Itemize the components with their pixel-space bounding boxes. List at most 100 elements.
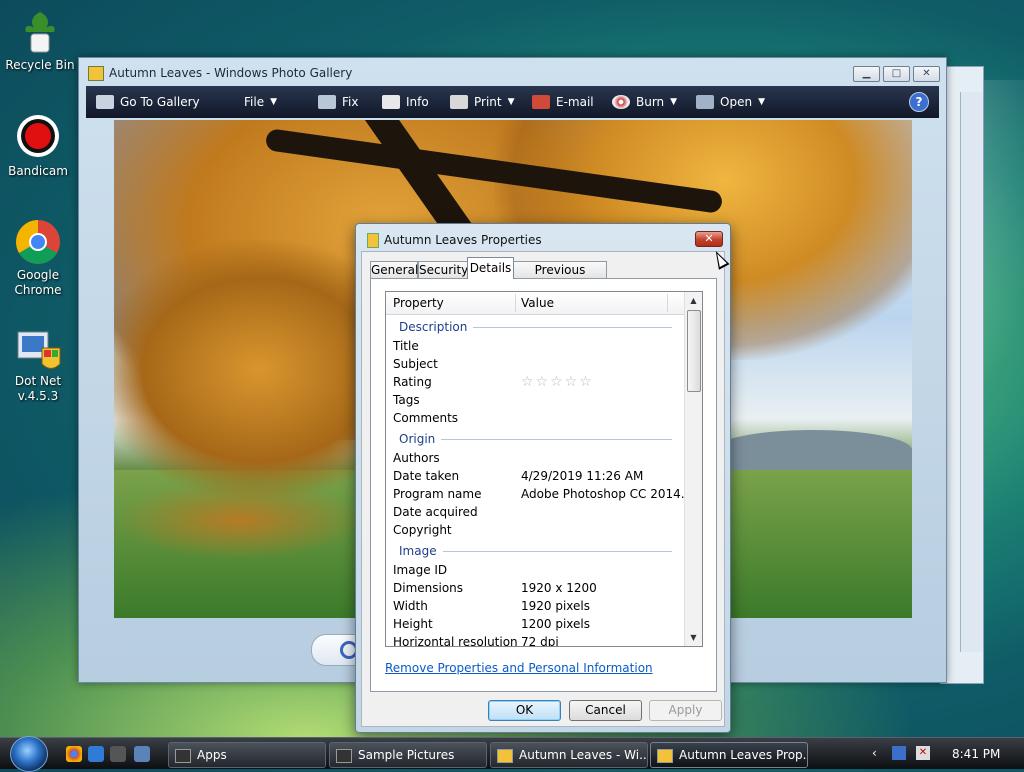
table-row[interactable]: Date taken 4/29/2019 11:26 AM <box>386 468 684 486</box>
info-button[interactable]: Info <box>382 94 429 110</box>
network-icon[interactable] <box>892 746 906 760</box>
desktop-icon-bandicam[interactable]: Bandicam <box>0 114 76 179</box>
scroll-down-icon[interactable]: ▼ <box>685 629 702 646</box>
desktop-icon-label: Recycle Bin <box>5 58 75 72</box>
table-row[interactable]: Dimensions 1920 x 1200 <box>386 580 684 598</box>
help-icon[interactable]: ? <box>909 92 929 112</box>
remove-properties-link[interactable]: Remove Properties and Personal Informati… <box>385 661 653 675</box>
installer-icon <box>14 324 62 372</box>
group-header: Image <box>386 540 684 562</box>
show-desktop-icon[interactable] <box>134 746 150 762</box>
close-window-button[interactable]: ✕ <box>913 66 940 82</box>
folder-quicklaunch-icon[interactable] <box>110 746 126 762</box>
disc-icon <box>612 95 630 109</box>
table-row[interactable]: Comments <box>386 410 684 428</box>
properties-icon <box>657 748 673 763</box>
chevron-down-icon: ▼ <box>270 97 278 107</box>
taskbar-button-apps[interactable]: Apps <box>168 742 326 768</box>
scroll-thumb[interactable] <box>687 310 701 392</box>
print-menu-button[interactable]: Print ▼ <box>450 94 515 110</box>
dialog-body: General Security Details Previous Versio… <box>361 251 725 727</box>
chrome-quicklaunch-icon[interactable] <box>66 746 82 762</box>
scroll-up-icon[interactable]: ▲ <box>685 292 702 309</box>
file-menu-button[interactable]: File ▼ <box>244 94 277 110</box>
photo-gallery-icon <box>497 748 513 763</box>
table-row[interactable]: Subject <box>386 356 684 374</box>
table-row[interactable]: Copyright <box>386 522 684 540</box>
background-window-edge <box>960 92 983 652</box>
fix-icon <box>318 95 336 109</box>
burn-menu-button[interactable]: Burn ▼ <box>612 94 677 110</box>
property-rows: Description Title Subject Rating ☆☆☆☆☆ Ta… <box>386 316 692 646</box>
group-header: Origin <box>386 428 684 450</box>
table-row[interactable]: Image ID <box>386 562 684 580</box>
tray-expand-icon[interactable]: ‹ <box>872 746 877 760</box>
email-button[interactable]: E-mail <box>532 94 594 110</box>
table-row[interactable]: Tags <box>386 392 684 410</box>
table-row[interactable]: Title <box>386 338 684 356</box>
info-tag-icon <box>382 95 400 109</box>
taskbar-button-properties[interactable]: Autumn Leaves Prop... <box>650 742 808 768</box>
column-header-value[interactable]: Value <box>521 296 554 310</box>
rating-stars[interactable]: ☆☆☆☆☆ <box>521 374 594 390</box>
photo-gallery-app-icon <box>88 66 104 81</box>
column-header-property[interactable]: Property <box>393 296 444 310</box>
start-button[interactable] <box>10 736 48 772</box>
dialog-close-button[interactable]: ✕ <box>695 231 723 247</box>
folder-icon <box>336 748 352 763</box>
open-icon <box>696 95 714 109</box>
gallery-toolbar: Go To Gallery File ▼ Fix Info Print ▼ E-ma… <box>86 86 939 118</box>
printer-icon <box>450 95 468 109</box>
table-row[interactable]: Rating ☆☆☆☆☆ <box>386 374 684 392</box>
desktop-icon-recycle-bin[interactable]: Recycle Bin <box>2 8 78 73</box>
group-header: Description <box>386 316 684 338</box>
taskbar: Apps Sample Pictures Autumn Leaves - Wi.… <box>0 736 1024 772</box>
desktop-icon-google-chrome[interactable]: Google Chrome <box>0 218 76 298</box>
fix-button[interactable]: Fix <box>318 94 358 110</box>
ie-quicklaunch-icon[interactable] <box>88 746 104 762</box>
go-to-gallery-button[interactable]: Go To Gallery <box>96 94 200 110</box>
cancel-button[interactable]: Cancel <box>569 700 642 721</box>
desktop-icon-label: Dot Net v.4.5.3 <box>14 374 62 403</box>
email-icon <box>532 95 550 109</box>
volume-muted-icon[interactable]: ✕ <box>916 746 930 760</box>
table-row[interactable]: Width 1920 pixels <box>386 598 684 616</box>
chrome-icon <box>14 218 62 266</box>
taskbar-button-sample-pictures[interactable]: Sample Pictures <box>329 742 487 768</box>
details-tab-page: Property Value Description Title Subject… <box>370 278 717 692</box>
chevron-down-icon: ▼ <box>758 97 765 107</box>
properties-list[interactable]: Property Value Description Title Subject… <box>385 291 703 647</box>
desktop-icon-label: Bandicam <box>8 164 68 178</box>
taskbar-clock[interactable]: 8:41 PM <box>952 747 1000 761</box>
tab-details[interactable]: Details <box>467 257 514 279</box>
desktop-icon-dot-net[interactable]: Dot Net v.4.5.3 <box>0 324 76 404</box>
gallery-titlebar[interactable]: Autumn Leaves - Windows Photo Gallery ▁ … <box>79 58 946 86</box>
chevron-down-icon: ▼ <box>507 97 515 107</box>
minimize-button[interactable]: ▁ <box>853 66 880 82</box>
tab-security[interactable]: Security <box>418 261 468 279</box>
taskbar-button-photo-gallery[interactable]: Autumn Leaves - Wi... <box>490 742 648 768</box>
bandicam-icon <box>14 114 62 162</box>
table-row[interactable]: Authors <box>386 450 684 468</box>
apply-button[interactable]: Apply <box>649 700 722 721</box>
chevron-down-icon: ▼ <box>670 97 678 107</box>
dialog-title: Autumn Leaves Properties <box>384 233 542 247</box>
list-header: Property Value <box>386 292 684 315</box>
gallery-icon <box>96 95 114 109</box>
table-row[interactable]: Height 1200 pixels <box>386 616 684 634</box>
file-icon <box>367 233 379 248</box>
properties-dialog[interactable]: Autumn Leaves Properties ✕ General Secur… <box>355 223 731 733</box>
table-row[interactable]: Horizontal resolution 72 dpi <box>386 634 684 646</box>
folder-icon <box>175 748 191 763</box>
ok-button[interactable]: OK <box>488 700 561 721</box>
tab-general[interactable]: General <box>370 261 418 279</box>
maximize-button[interactable]: □ <box>883 66 910 82</box>
recycle-bin-icon <box>16 8 64 56</box>
table-row[interactable]: Date acquired <box>386 504 684 522</box>
list-scrollbar[interactable]: ▲ ▼ <box>684 292 702 646</box>
gallery-window-title: Autumn Leaves - Windows Photo Gallery <box>109 66 353 80</box>
desktop-icon-label: Google Chrome <box>14 268 62 297</box>
table-row[interactable]: Program name Adobe Photoshop CC 2014... <box>386 486 692 504</box>
tab-previous-versions[interactable]: Previous Versions <box>513 261 607 294</box>
open-menu-button[interactable]: Open ▼ <box>696 94 765 110</box>
